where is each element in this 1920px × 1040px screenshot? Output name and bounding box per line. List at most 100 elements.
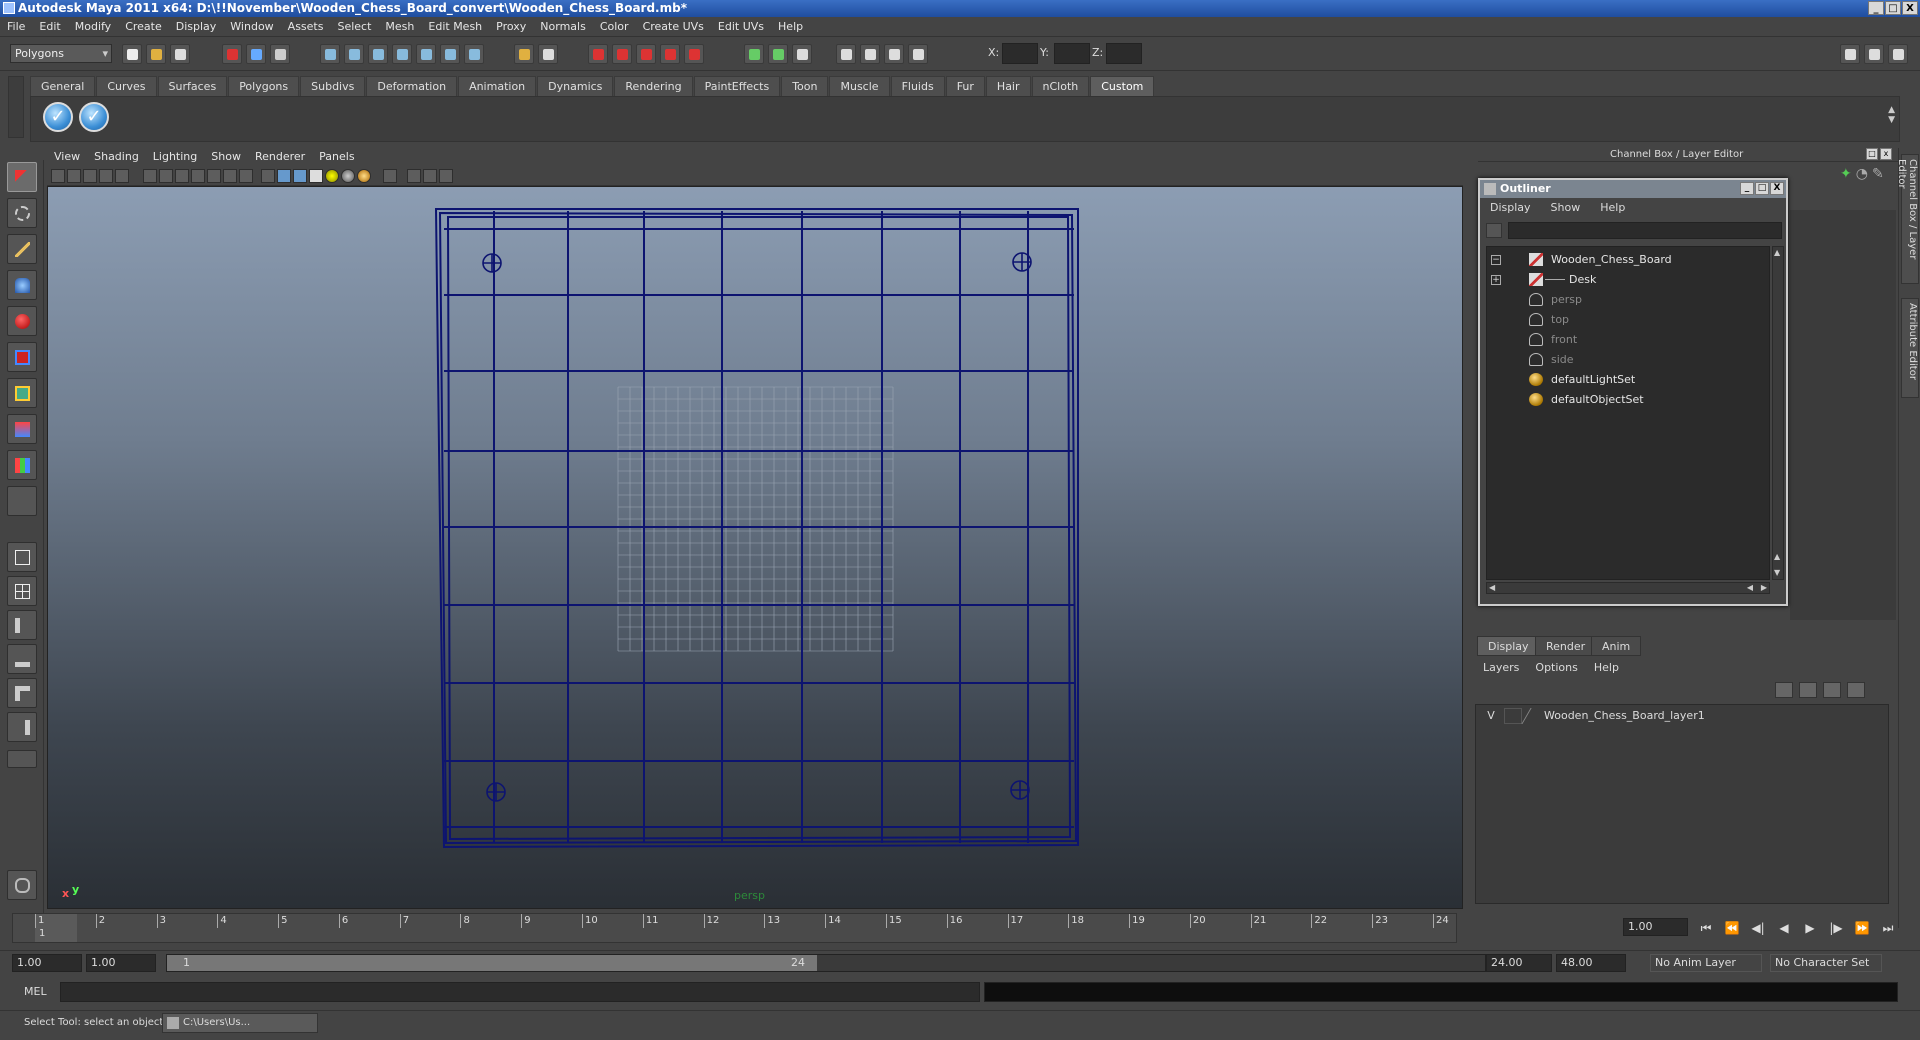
- outliner-item[interactable]: defaultObjectSet: [1487, 391, 1771, 409]
- menu-set-dropdown[interactable]: Polygons: [10, 44, 112, 63]
- outliner-item[interactable]: front: [1487, 331, 1771, 349]
- show-tool-settings-icon[interactable]: [1864, 44, 1884, 64]
- go-to-start-icon[interactable]: ⏮: [1698, 920, 1714, 936]
- isolate-select-icon[interactable]: [383, 169, 397, 183]
- shelf-editor-icon[interactable]: [7, 870, 37, 900]
- image-plane-icon[interactable]: [99, 169, 113, 183]
- hypershade-icon[interactable]: [684, 44, 704, 64]
- gate-mask-icon[interactable]: [191, 169, 205, 183]
- backface-culling-icon[interactable]: [439, 169, 453, 183]
- film-gate-icon[interactable]: [159, 169, 173, 183]
- menu-proxy[interactable]: Proxy: [489, 17, 533, 37]
- mel-input[interactable]: [60, 982, 980, 1002]
- open-scene-icon[interactable]: [146, 44, 166, 64]
- select-object-icon[interactable]: [246, 44, 266, 64]
- layer-row[interactable]: V Wooden_Chess_Board_layer1: [1476, 707, 1886, 725]
- four-view-layout-icon[interactable]: [7, 576, 37, 606]
- single-perspective-layout-icon[interactable]: [7, 542, 37, 572]
- camera-view-icon[interactable]: [836, 44, 856, 64]
- new-layer-selected-icon[interactable]: [1847, 682, 1865, 698]
- universal-manipulator-icon[interactable]: [7, 378, 37, 408]
- wireframe-on-shaded-icon[interactable]: [293, 169, 307, 183]
- two-d-pan-zoom-icon[interactable]: [115, 169, 129, 183]
- z-coord-field[interactable]: [1106, 43, 1142, 64]
- close-button[interactable]: X: [1902, 1, 1918, 15]
- go-to-end-icon[interactable]: ⏭: [1880, 920, 1896, 936]
- hypershade-persp-layout-icon[interactable]: [7, 678, 37, 708]
- shelf-scroll-arrows-icon[interactable]: ▲ ▼: [1888, 105, 1895, 125]
- attribute-editor-side-tab[interactable]: Attribute Editor: [1901, 298, 1919, 398]
- step-back-key-icon[interactable]: ◀|: [1750, 920, 1766, 936]
- outliner-item[interactable]: − Wooden_Chess_Board: [1487, 251, 1771, 269]
- menu-create[interactable]: Create: [118, 17, 169, 37]
- outliner-menu-help[interactable]: Help: [1590, 198, 1635, 218]
- transform-icon[interactable]: [884, 44, 904, 64]
- viewport-menu-shading[interactable]: Shading: [87, 148, 146, 166]
- scroll-up-icon[interactable]: ▲: [1774, 248, 1780, 257]
- shelf-tab-painteffects[interactable]: PaintEffects: [693, 76, 781, 96]
- rotate-tool-icon[interactable]: [7, 306, 37, 336]
- soft-modification-icon[interactable]: [7, 414, 37, 444]
- menu-help[interactable]: Help: [771, 17, 810, 37]
- custom-shelf-check-icon[interactable]: ✓: [43, 102, 73, 132]
- layer-tab-display[interactable]: Display: [1477, 636, 1540, 656]
- menu-edit-mesh[interactable]: Edit Mesh: [421, 17, 489, 37]
- collapse-icon[interactable]: −: [1491, 255, 1501, 265]
- time-slider[interactable]: 1 1 2 3 4 5 6 7 8 9 10 11 12 13 14 15 16 17 18 19 20 21 22 23 2…: [12, 913, 1457, 943]
- outliner-menu-show[interactable]: Show: [1541, 198, 1591, 218]
- render-current-icon[interactable]: [588, 44, 608, 64]
- menu-create-uvs[interactable]: Create UVs: [636, 17, 711, 37]
- menu-normals[interactable]: Normals: [533, 17, 593, 37]
- step-forward-frame-icon[interactable]: ⏩: [1854, 920, 1870, 936]
- step-forward-key-icon[interactable]: |▶: [1828, 920, 1844, 936]
- outliner-filter-icon[interactable]: [1486, 223, 1502, 238]
- layer-menu-help[interactable]: Help: [1586, 659, 1627, 677]
- shelf-tab-surfaces[interactable]: Surfaces: [157, 76, 228, 96]
- viewport-menu-view[interactable]: View: [47, 148, 87, 166]
- snap-grid-icon[interactable]: [320, 44, 340, 64]
- anim-layer-dropdown[interactable]: No Anim Layer: [1650, 954, 1762, 972]
- toggle-layout-icon[interactable]: [744, 44, 764, 64]
- outliner-close-button[interactable]: X: [1770, 182, 1784, 195]
- shelf-tab-animation[interactable]: Animation: [458, 76, 537, 96]
- shelf-tab-fluids[interactable]: Fluids: [890, 76, 945, 96]
- shadows-icon[interactable]: [341, 169, 355, 183]
- layer-color-swatch[interactable]: [1521, 708, 1543, 724]
- shelf-tab-hair[interactable]: Hair: [985, 76, 1031, 96]
- menu-assets[interactable]: Assets: [281, 17, 331, 37]
- show-attribute-editor-icon[interactable]: [1840, 44, 1860, 64]
- outliner-item[interactable]: top: [1487, 311, 1771, 329]
- persp-outliner-layout-icon[interactable]: [7, 610, 37, 640]
- step-back-frame-icon[interactable]: ⏪: [1724, 920, 1740, 936]
- last-tool-icon[interactable]: [7, 486, 37, 516]
- snap-point-icon[interactable]: [368, 44, 388, 64]
- layer-menu-options[interactable]: Options: [1527, 659, 1585, 677]
- shelf-tab-toon[interactable]: Toon: [781, 76, 829, 96]
- range-slider-handle[interactable]: 1 24: [167, 955, 817, 971]
- lasso-tool-icon[interactable]: [7, 198, 37, 228]
- xray-joints-icon[interactable]: [423, 169, 437, 183]
- channel-box-speed-icon[interactable]: ◔: [1856, 166, 1868, 182]
- menu-modify[interactable]: Modify: [68, 17, 118, 37]
- shelf-tab-subdivs[interactable]: Subdivs: [300, 76, 366, 96]
- lock-icon[interactable]: [514, 44, 534, 64]
- toggle-shelf-icon[interactable]: [768, 44, 788, 64]
- minimized-window-tab[interactable]: C:\Users\Us...: [162, 1013, 318, 1033]
- shelf-menu-handle[interactable]: [8, 76, 24, 138]
- outliner-maximize-button[interactable]: □: [1755, 182, 1769, 195]
- smooth-shade-icon[interactable]: [277, 169, 291, 183]
- safe-title-icon[interactable]: [239, 169, 253, 183]
- outliner-minimize-button[interactable]: _: [1740, 182, 1754, 195]
- current-time-field[interactable]: 1.00: [1623, 918, 1688, 936]
- outliner-vertical-scrollbar[interactable]: ▲ ▲ ▼: [1772, 246, 1784, 580]
- viewport-menu-show[interactable]: Show: [204, 148, 248, 166]
- select-highlight-icon[interactable]: [538, 44, 558, 64]
- viewport-menu-panels[interactable]: Panels: [312, 148, 361, 166]
- input-ops-icon[interactable]: [464, 44, 484, 64]
- layer-visibility-toggle[interactable]: V: [1482, 708, 1500, 724]
- move-tool-icon[interactable]: [7, 270, 37, 300]
- menu-window[interactable]: Window: [223, 17, 280, 37]
- menu-edit[interactable]: Edit: [32, 17, 67, 37]
- shelf-tab-rendering[interactable]: Rendering: [614, 76, 693, 96]
- channel-box-manip-icon[interactable]: ✦: [1840, 166, 1852, 182]
